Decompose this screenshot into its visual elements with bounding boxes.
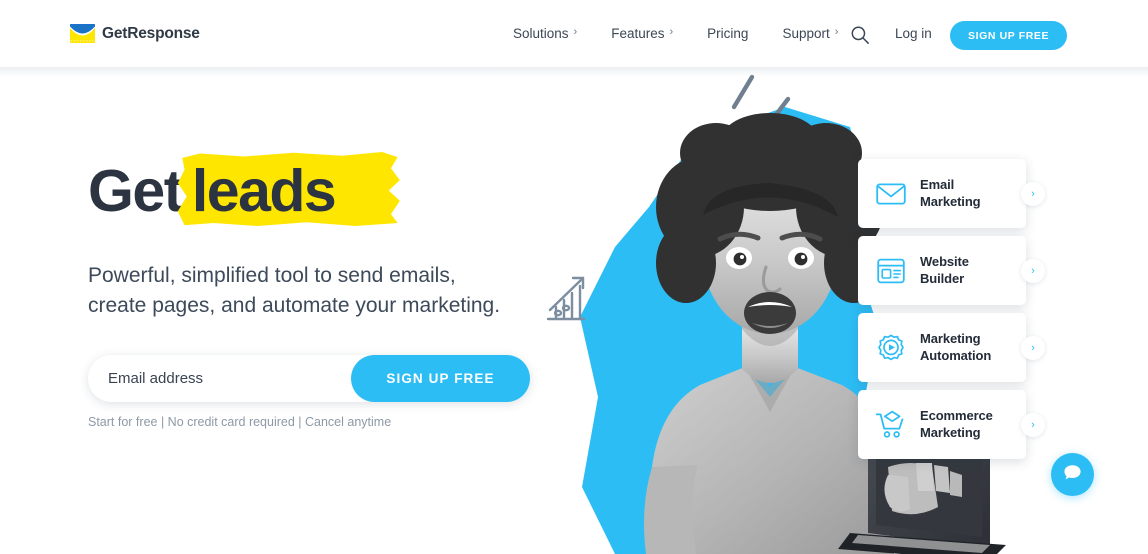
headline-highlight-text: leads xyxy=(191,158,337,224)
hero-signup-form: SIGN UP FREE xyxy=(88,355,530,402)
feature-card-label: Ecommerce Marketing xyxy=(920,408,993,440)
hero-signup-button[interactable]: SIGN UP FREE xyxy=(351,355,530,402)
headline-highlight: leads xyxy=(177,152,400,226)
nav-label-features: Features xyxy=(611,26,665,41)
feature-card-website-builder[interactable]: Website Builder › xyxy=(858,236,1045,305)
feature-card-line2: Automation xyxy=(920,347,992,363)
feature-card-label: Marketing Automation xyxy=(920,331,991,363)
chevron-right-icon[interactable]: › xyxy=(1021,412,1045,437)
chevron-right-icon[interactable]: › xyxy=(1021,258,1045,283)
headline-prefix: Get xyxy=(88,158,183,224)
header-divider xyxy=(0,67,1148,77)
feature-card-label: Website Builder xyxy=(920,254,969,286)
nav-item-pricing[interactable]: Pricing xyxy=(690,26,765,41)
site-header: GetResponse Solutions › Features › Prici… xyxy=(0,0,1148,67)
nav-label-pricing: Pricing xyxy=(707,26,749,41)
hero-subheadline: Powerful, simplified tool to send emails… xyxy=(88,261,568,321)
chevron-right-icon[interactable]: › xyxy=(1021,335,1045,360)
main-navigation: Solutions › Features › Pricing Support › xyxy=(505,0,855,67)
search-icon[interactable] xyxy=(850,25,870,45)
envelope-logo-icon xyxy=(70,24,95,43)
person-left-arm xyxy=(644,465,698,554)
chat-widget-button[interactable] xyxy=(1051,453,1094,496)
site-logo[interactable]: GetResponse xyxy=(70,24,200,43)
browser-layout-icon xyxy=(874,254,908,288)
feature-card-line1: Email xyxy=(920,177,955,193)
header-signup-button[interactable]: SIGN UP FREE xyxy=(950,21,1068,50)
signup-disclaimer: Start for free | No credit card required… xyxy=(88,415,392,429)
feature-card-ecommerce-marketing[interactable]: Ecommerce Marketing › xyxy=(858,390,1045,459)
nav-item-solutions[interactable]: Solutions › xyxy=(505,26,594,41)
nav-label-support: Support xyxy=(782,26,830,41)
feature-card-line2: Marketing xyxy=(920,193,981,209)
envelope-icon xyxy=(874,177,908,211)
chevron-right-icon: › xyxy=(573,26,578,38)
chevron-right-icon: › xyxy=(669,26,674,38)
subheadline-line-1: Powerful, simplified tool to send emails… xyxy=(88,264,456,287)
email-input[interactable] xyxy=(88,355,351,402)
gear-play-icon xyxy=(874,331,908,365)
feature-card-line1: Website xyxy=(920,254,969,270)
nav-label-solutions: Solutions xyxy=(513,26,569,41)
logo-text: GetResponse xyxy=(102,24,200,42)
nav-item-support[interactable]: Support › xyxy=(765,26,855,41)
subheadline-line-2: create pages, and automate your marketin… xyxy=(88,293,501,317)
feature-card-email-marketing[interactable]: Email Marketing › xyxy=(858,159,1045,228)
nav-item-features[interactable]: Features › xyxy=(594,26,690,41)
feature-card-label: Email Marketing xyxy=(920,177,981,209)
chat-bubble-icon xyxy=(1062,462,1083,488)
hero-section: Get leads Powerful, simplified tool to se… xyxy=(0,67,1148,554)
feature-card-line2: Builder xyxy=(920,270,965,286)
shopping-cart-icon xyxy=(874,408,908,442)
feature-card-line1: Ecommerce xyxy=(920,408,993,424)
login-link[interactable]: Log in xyxy=(895,0,932,67)
feature-card-marketing-automation[interactable]: Marketing Automation › xyxy=(858,313,1045,382)
chevron-right-icon: › xyxy=(834,26,839,38)
hero-headline: Get leads xyxy=(88,152,400,226)
feature-card-line1: Marketing xyxy=(920,331,981,347)
feature-card-list: Email Marketing › Website Builder › Mark… xyxy=(858,159,1058,467)
feature-card-line2: Marketing xyxy=(920,424,981,440)
chevron-right-icon[interactable]: › xyxy=(1021,181,1045,206)
